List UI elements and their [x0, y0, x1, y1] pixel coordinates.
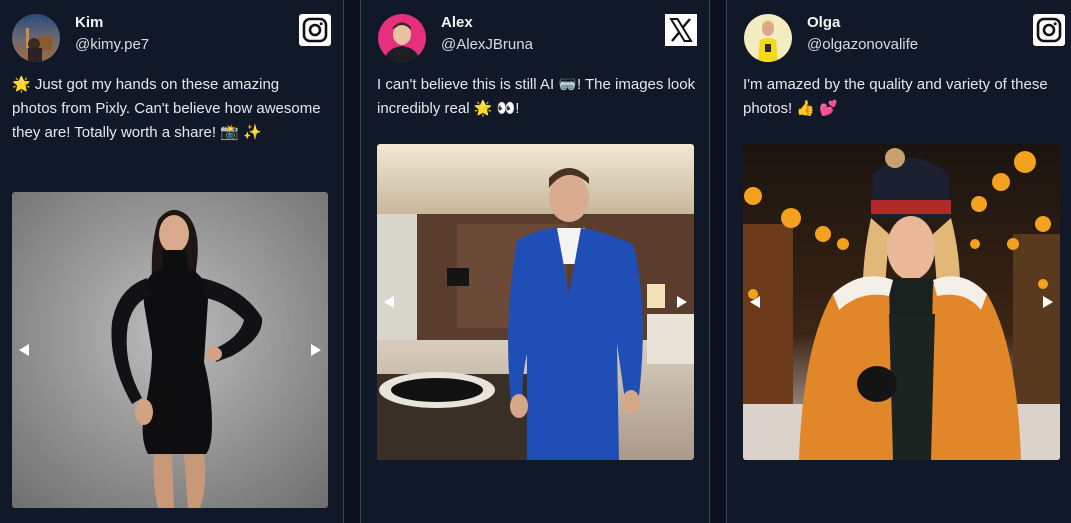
next-photo-button[interactable]: [308, 342, 324, 358]
post-text: I'm amazed by the quality and variety of…: [743, 76, 1048, 117]
card-header: Olga @olgazonovalife: [744, 14, 1065, 66]
prev-photo-button[interactable]: [16, 342, 32, 358]
post-photo: [12, 192, 328, 508]
author-handle: @olgazonovalife: [807, 36, 919, 53]
author-name: Kim: [75, 14, 104, 31]
x-logo-icon[interactable]: [665, 14, 697, 46]
author-handle: @AlexJBruna: [441, 36, 533, 53]
author-name: Alex: [441, 14, 473, 31]
triangle-right-icon: [1043, 296, 1053, 308]
avatar-alex: [378, 14, 426, 62]
author-handle: @kimy.pe7: [75, 36, 150, 53]
testimonial-card-alex: Alex @AlexJBruna I can't believe this is…: [360, 0, 710, 523]
prev-photo-button[interactable]: [747, 294, 763, 310]
post-text: 🌟 Just got my hands on these amazing pho…: [12, 76, 321, 141]
next-photo-button[interactable]: [674, 294, 690, 310]
avatar-olga: [744, 14, 792, 62]
triangle-left-icon: [384, 296, 394, 308]
author-name: Olga: [807, 14, 841, 31]
triangle-right-icon: [311, 344, 321, 356]
testimonial-card-kim: Kim @kimy.pe7 🌟 Just got my hands on the…: [0, 0, 344, 523]
post-photo: [743, 144, 1060, 460]
triangle-left-icon: [750, 296, 760, 308]
instagram-icon[interactable]: [1033, 14, 1065, 46]
instagram-icon[interactable]: [299, 14, 331, 46]
card-header: Kim @kimy.pe7: [12, 14, 331, 66]
testimonial-card-olga: Olga @olgazonovalife I'm amazed by the q…: [726, 0, 1071, 523]
next-photo-button[interactable]: [1040, 294, 1056, 310]
post-photo: [377, 144, 694, 460]
triangle-right-icon: [677, 296, 687, 308]
testimonial-wall: Kim @kimy.pe7 🌟 Just got my hands on the…: [0, 0, 1071, 523]
triangle-left-icon: [19, 344, 29, 356]
post-text: I can't believe this is still AI 🥽! The …: [377, 76, 696, 117]
prev-photo-button[interactable]: [381, 294, 397, 310]
card-header: Alex @AlexJBruna: [378, 14, 697, 66]
avatar-kim: [12, 14, 60, 62]
